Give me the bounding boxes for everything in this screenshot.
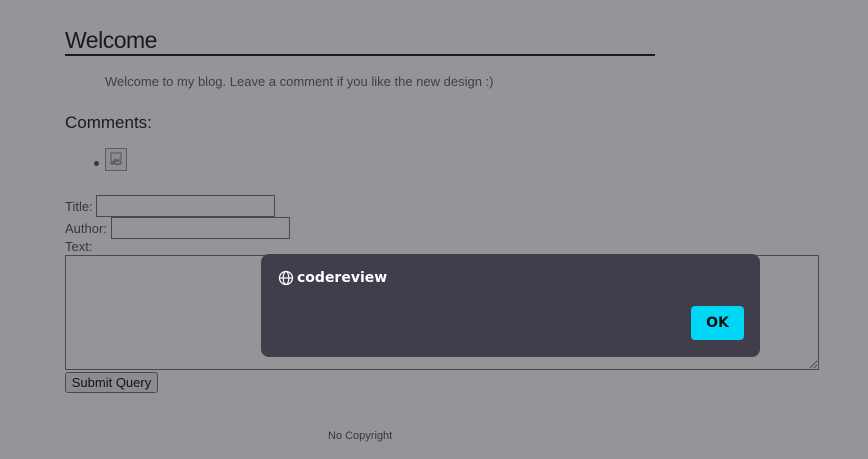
modal-overlay (0, 0, 868, 459)
ok-button[interactable]: OK (691, 306, 744, 340)
globe-icon (278, 270, 294, 286)
dialog-title: codereview (297, 270, 388, 286)
alert-dialog: codereview OK (261, 254, 760, 357)
